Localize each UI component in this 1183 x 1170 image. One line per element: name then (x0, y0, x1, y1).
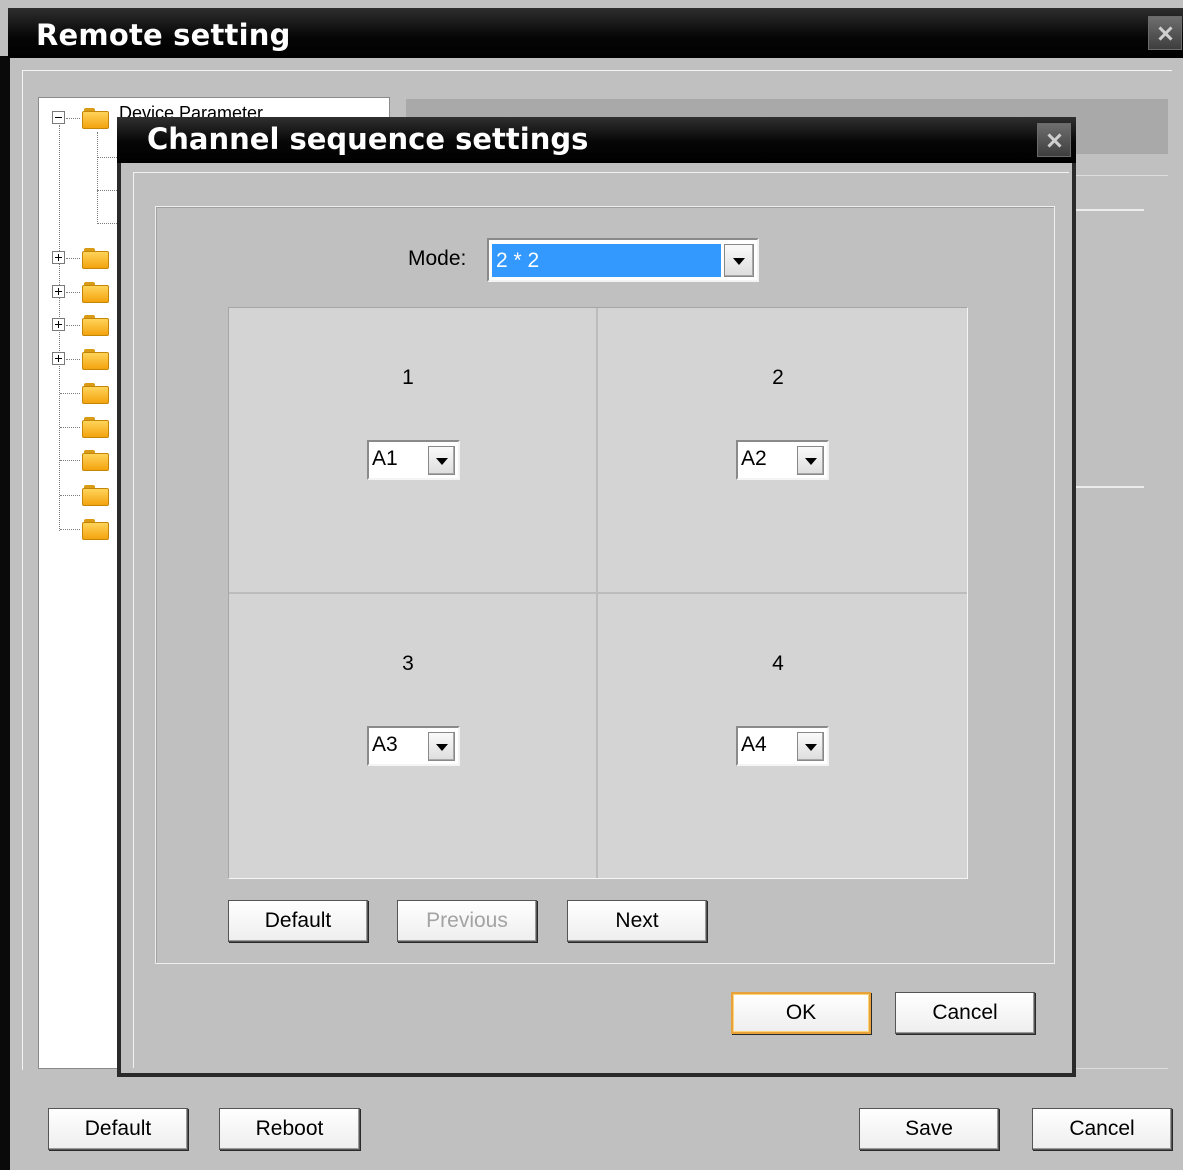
chevron-down-icon[interactable] (428, 446, 455, 475)
tree-connector (97, 157, 117, 158)
cell-number: 2 (772, 366, 784, 389)
close-icon[interactable] (1148, 16, 1182, 50)
reboot-button[interactable]: Reboot (219, 1108, 360, 1150)
tree-connector (60, 529, 80, 530)
chevron-down-icon[interactable] (428, 732, 455, 761)
plus-expander-icon[interactable] (52, 285, 65, 298)
channel-value: A1 (372, 447, 398, 470)
channel-select[interactable]: A3 (367, 726, 460, 766)
default-button[interactable]: Default (48, 1108, 188, 1150)
chevron-down-icon[interactable] (724, 244, 754, 277)
folder-icon (82, 248, 109, 269)
folder-icon (82, 417, 109, 438)
default-layout-button[interactable]: Default (228, 900, 368, 942)
mode-select[interactable]: 2 * 2 (487, 238, 759, 282)
folder-icon (82, 315, 109, 336)
close-icon[interactable] (1037, 123, 1071, 157)
chevron-down-icon[interactable] (797, 732, 824, 761)
next-button[interactable]: Next (567, 900, 707, 942)
channel-select[interactable]: A2 (736, 440, 829, 480)
save-button[interactable]: Save (859, 1108, 999, 1150)
grid-divider (229, 592, 967, 594)
tree-connector (66, 258, 80, 259)
folder-icon (82, 282, 109, 303)
divider (1076, 209, 1144, 211)
cell-number: 3 (402, 652, 414, 675)
remote-setting-window: Remote setting Device Parameter Default … (0, 0, 1183, 1170)
plus-expander-icon[interactable] (52, 318, 65, 331)
dialog-title-bar[interactable]: Channel sequence settings (117, 117, 1076, 163)
plus-expander-icon[interactable] (52, 251, 65, 264)
folder-icon (82, 349, 109, 370)
tree-connector (60, 460, 80, 461)
tree-connector (60, 393, 80, 394)
tree-connector (66, 359, 80, 360)
mode-selected-value: 2 * 2 (492, 244, 721, 277)
chevron-down-icon[interactable] (797, 446, 824, 475)
folder-icon (82, 383, 109, 404)
window-left-border (0, 56, 10, 1170)
cell-number: 1 (402, 366, 414, 389)
channel-select[interactable]: A4 (736, 726, 829, 766)
folder-icon (82, 485, 109, 506)
window-title: Remote setting (36, 18, 291, 52)
cancel-button[interactable]: Cancel (1032, 1108, 1172, 1150)
minus-expander-icon[interactable] (52, 111, 65, 124)
mode-label: Mode: (408, 247, 467, 270)
dialog-cancel-button[interactable]: Cancel (895, 992, 1035, 1034)
tree-connector (97, 190, 117, 191)
folder-icon (82, 450, 109, 471)
cell-number: 4 (772, 652, 784, 675)
previous-button[interactable]: Previous (397, 900, 537, 942)
channel-value: A2 (741, 447, 767, 470)
tree-connector (66, 325, 80, 326)
tree-connector (60, 427, 80, 428)
folder-icon (82, 519, 109, 540)
plus-expander-icon[interactable] (52, 352, 65, 365)
divider (1076, 486, 1144, 488)
channel-select[interactable]: A1 (367, 440, 460, 480)
tree-connector (97, 132, 98, 224)
window-title-bar[interactable]: Remote setting (8, 8, 1183, 58)
tree-connector (66, 118, 80, 119)
dialog-title: Channel sequence settings (147, 122, 589, 156)
ok-button[interactable]: OK (731, 992, 871, 1034)
tree-connector (60, 495, 80, 496)
tree-connector (97, 223, 117, 224)
channel-value: A3 (372, 733, 398, 756)
tree-connector (66, 292, 80, 293)
settings-content-panel (1070, 175, 1168, 1069)
folder-icon (82, 108, 109, 129)
channel-value: A4 (741, 733, 767, 756)
